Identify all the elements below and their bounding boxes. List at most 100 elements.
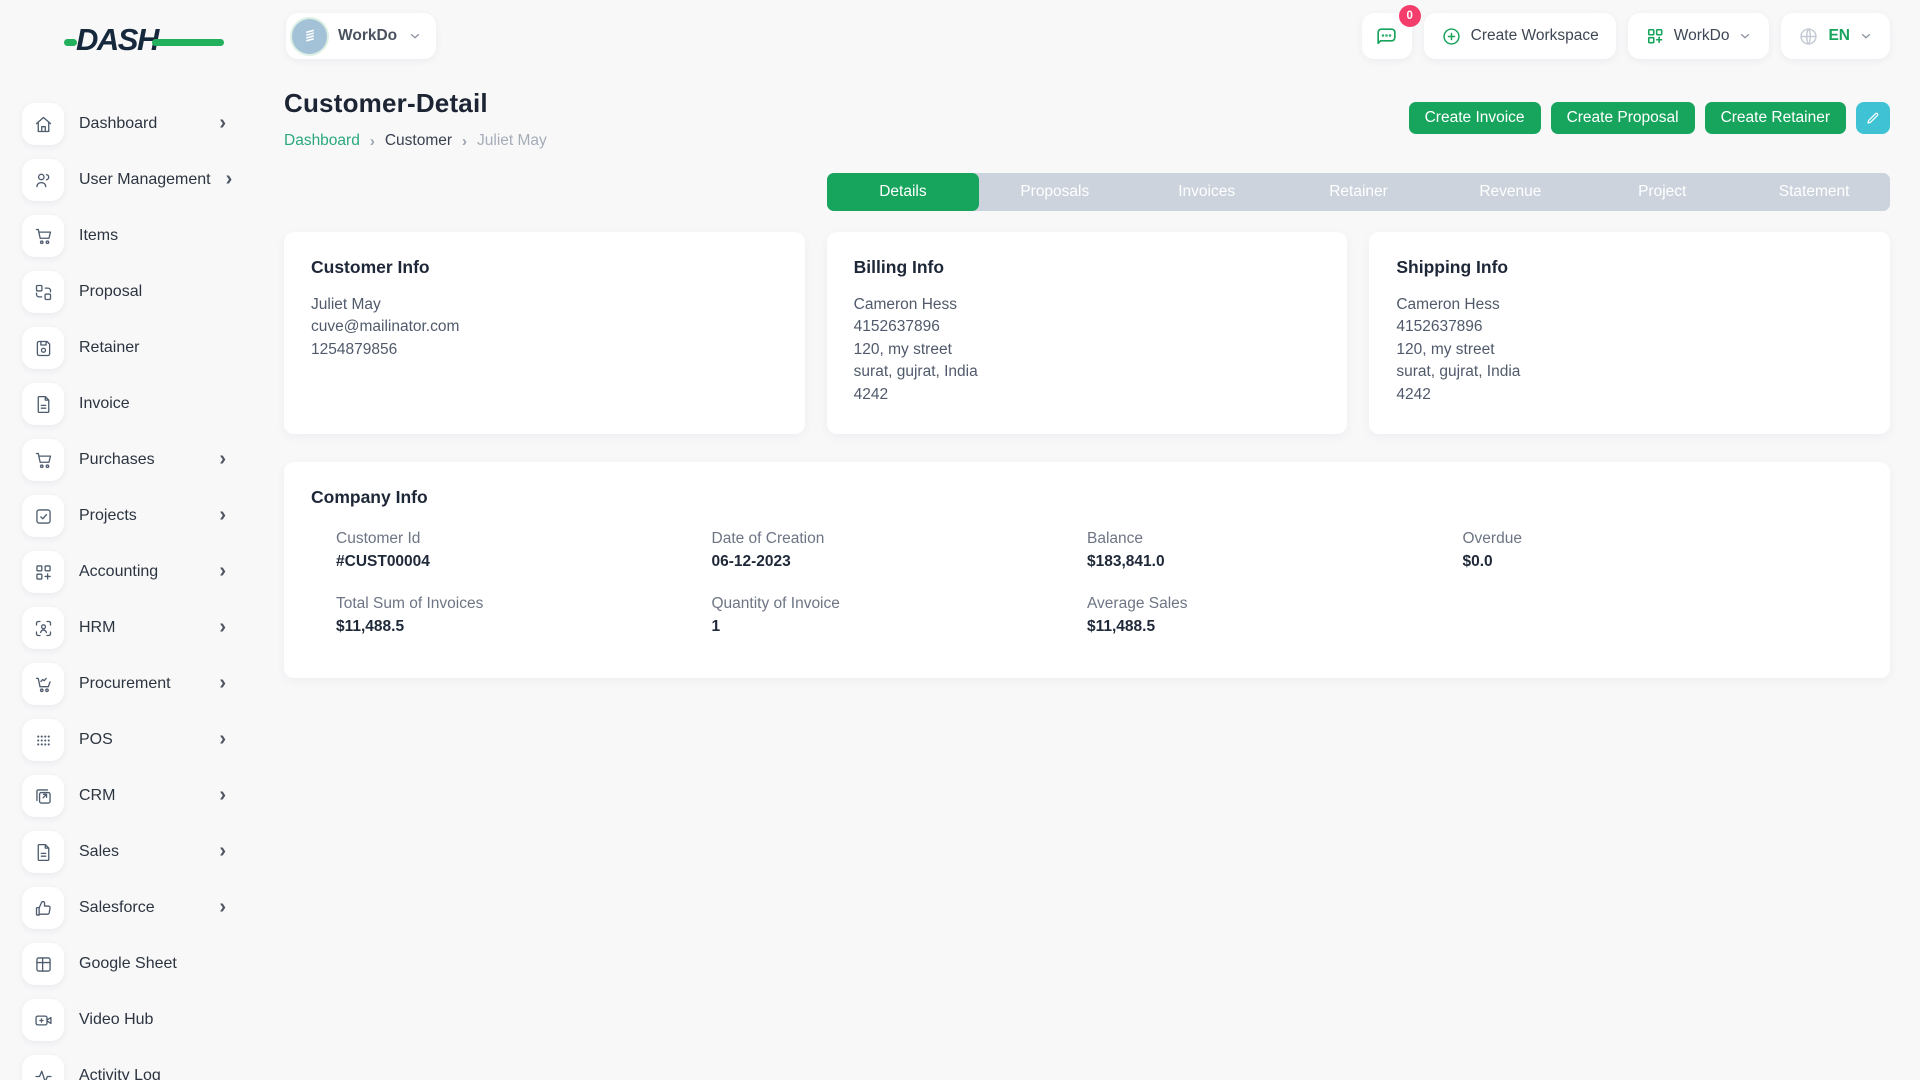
billing-zip: 4242 bbox=[854, 384, 1321, 406]
card-title: Company Info bbox=[311, 487, 1863, 508]
field-label: Balance bbox=[1087, 530, 1463, 548]
box-arrow-icon bbox=[22, 775, 64, 817]
tab-invoices[interactable]: Invoices bbox=[1131, 173, 1283, 211]
sidebar-item-projects[interactable]: Projects › bbox=[22, 495, 252, 537]
chevron-right-icon: › bbox=[219, 897, 226, 917]
sidebar-item-procurement[interactable]: Procurement › bbox=[22, 663, 252, 705]
shipping-zip: 4242 bbox=[1396, 384, 1863, 406]
field-label: Date of Creation bbox=[712, 530, 1088, 548]
sidebar-item-user-management[interactable]: User Management › bbox=[22, 159, 252, 201]
messages-button[interactable]: 0 bbox=[1362, 13, 1412, 59]
sidebar-item-label: Salesforce bbox=[79, 899, 155, 917]
sidebar-item-crm[interactable]: CRM › bbox=[22, 775, 252, 817]
tab-revenue[interactable]: Revenue bbox=[1434, 173, 1586, 211]
shipping-phone: 4152637896 bbox=[1396, 316, 1863, 338]
sidebar-item-pos[interactable]: POS › bbox=[22, 719, 252, 761]
sidebar-item-hrm[interactable]: HRM › bbox=[22, 607, 252, 649]
billing-phone: 4152637896 bbox=[854, 316, 1321, 338]
create-invoice-button[interactable]: Create Invoice bbox=[1409, 102, 1541, 134]
customer-name: Juliet May bbox=[311, 294, 778, 316]
tab-project[interactable]: Project bbox=[1586, 173, 1738, 211]
chevron-right-icon: › bbox=[219, 505, 226, 525]
chevron-right-icon: › bbox=[219, 449, 226, 469]
sidebar-item-salesforce[interactable]: Salesforce › bbox=[22, 887, 252, 929]
sidebar-item-google-sheet[interactable]: Google Sheet bbox=[22, 943, 252, 985]
logo-bar-accent bbox=[152, 39, 224, 46]
sidebar-item-dashboard[interactable]: Dashboard › bbox=[22, 103, 252, 145]
file-text-icon bbox=[22, 831, 64, 873]
tab-details[interactable]: Details bbox=[827, 173, 979, 211]
edit-customer-button[interactable] bbox=[1856, 102, 1890, 134]
activity-pulse-icon bbox=[22, 1055, 64, 1080]
sidebar-item-purchases[interactable]: Purchases › bbox=[22, 439, 252, 481]
topbar: WorkDo 0 Create Workspace WorkDo EN bbox=[252, 0, 1920, 72]
sidebar-item-label: Purchases bbox=[79, 451, 155, 469]
tab-statement[interactable]: Statement bbox=[1738, 173, 1890, 211]
plus-circle-icon bbox=[1441, 26, 1462, 47]
field-average-sales: Average Sales $11,488.5 bbox=[1087, 595, 1463, 636]
home-icon bbox=[22, 103, 64, 145]
sidebar-item-accounting[interactable]: Accounting › bbox=[22, 551, 252, 593]
table-icon bbox=[22, 943, 64, 985]
tab-proposals[interactable]: Proposals bbox=[979, 173, 1131, 211]
field-value: #CUST00004 bbox=[336, 553, 712, 571]
tab-retainer[interactable]: Retainer bbox=[1283, 173, 1435, 211]
chevron-right-icon: › bbox=[219, 785, 226, 805]
topbar-right: 0 Create Workspace WorkDo EN bbox=[1362, 13, 1890, 59]
chevron-down-icon bbox=[1738, 29, 1752, 43]
field-value: $183,841.0 bbox=[1087, 553, 1463, 571]
chat-bubble-icon bbox=[1374, 24, 1399, 49]
field-value: 06-12-2023 bbox=[712, 553, 1088, 571]
workdo-apps-button[interactable]: WorkDo bbox=[1628, 13, 1770, 59]
workspace-switcher[interactable]: WorkDo bbox=[286, 13, 436, 59]
sidebar-item-items[interactable]: Items bbox=[22, 215, 252, 257]
sidebar-item-label: Activity Log bbox=[79, 1067, 161, 1080]
sidebar-item-proposal[interactable]: Proposal bbox=[22, 271, 252, 313]
chevron-right-icon: › bbox=[219, 673, 226, 693]
user-scan-icon bbox=[22, 607, 64, 649]
field-overdue: Overdue $0.0 bbox=[1463, 530, 1839, 571]
sidebar-item-label: Video Hub bbox=[79, 1011, 153, 1029]
language-selector[interactable]: EN bbox=[1781, 13, 1890, 59]
sidebar-item-label: Retainer bbox=[79, 339, 139, 357]
field-quantity-of-invoice: Quantity of Invoice 1 bbox=[712, 595, 1088, 636]
sidebar-item-video-hub[interactable]: Video Hub bbox=[22, 999, 252, 1041]
chevron-right-icon: › bbox=[219, 729, 226, 749]
sidebar-item-sales[interactable]: Sales › bbox=[22, 831, 252, 873]
sidebar-item-label: HRM bbox=[79, 619, 115, 637]
chevron-right-icon: › bbox=[219, 841, 226, 861]
apps-grid-plus-icon bbox=[1645, 26, 1665, 46]
checkbox-icon bbox=[22, 495, 64, 537]
users-icon bbox=[22, 159, 64, 201]
create-proposal-button[interactable]: Create Proposal bbox=[1551, 102, 1695, 134]
breadcrumb-dashboard-link[interactable]: Dashboard bbox=[284, 132, 360, 150]
create-retainer-button[interactable]: Create Retainer bbox=[1705, 102, 1846, 134]
brand-logo[interactable]: DASH bbox=[64, 22, 214, 62]
company-info-card: Company Info Customer Id #CUST00004 Date… bbox=[284, 462, 1890, 678]
field-label: Total Sum of Invoices bbox=[336, 595, 712, 613]
breadcrumb-separator: › bbox=[370, 133, 375, 150]
chevron-right-icon: › bbox=[219, 617, 226, 637]
messages-badge: 0 bbox=[1399, 5, 1421, 27]
language-label: EN bbox=[1828, 27, 1850, 45]
sidebar-item-activity-log[interactable]: Activity Log bbox=[22, 1055, 252, 1080]
customer-email: cuve@mailinator.com bbox=[311, 316, 778, 338]
thumbs-up-icon bbox=[22, 887, 64, 929]
card-title: Billing Info bbox=[854, 257, 1321, 278]
field-label: Overdue bbox=[1463, 530, 1839, 548]
breadcrumb-customer[interactable]: Customer bbox=[385, 132, 452, 150]
shipping-street: 120, my street bbox=[1396, 339, 1863, 361]
logo-dash-accent bbox=[64, 39, 77, 46]
field-value: $11,488.5 bbox=[336, 618, 712, 636]
sidebar-item-invoice[interactable]: Invoice bbox=[22, 383, 252, 425]
sidebar-item-label: Dashboard bbox=[79, 115, 157, 133]
cart-chart-icon bbox=[22, 663, 64, 705]
billing-street: 120, my street bbox=[854, 339, 1321, 361]
field-label: Quantity of Invoice bbox=[712, 595, 1088, 613]
main-content: Customer-Detail Dashboard › Customer › J… bbox=[252, 72, 1920, 1080]
create-workspace-button[interactable]: Create Workspace bbox=[1424, 13, 1616, 59]
field-value: $0.0 bbox=[1463, 553, 1839, 571]
sidebar-item-label: Sales bbox=[79, 843, 119, 861]
billing-name: Cameron Hess bbox=[854, 294, 1321, 316]
sidebar-item-retainer[interactable]: Retainer bbox=[22, 327, 252, 369]
